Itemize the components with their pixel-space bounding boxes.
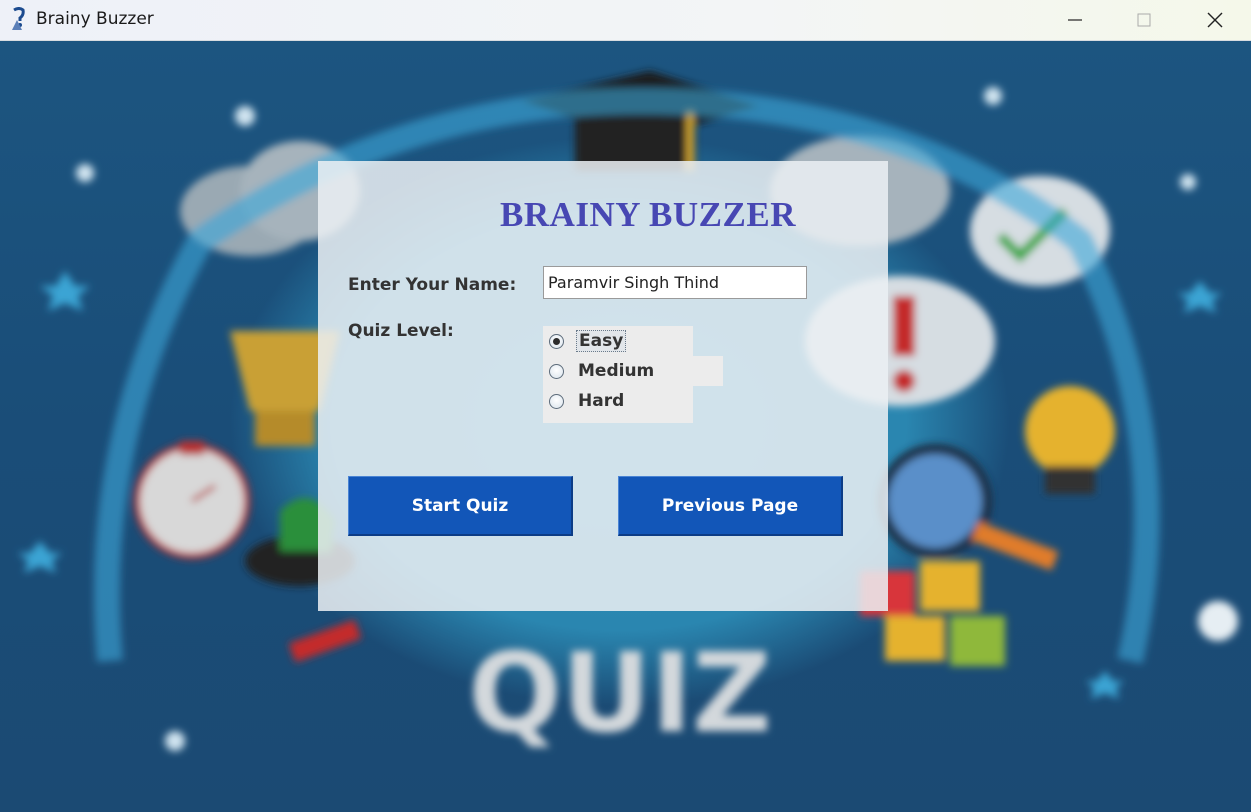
maximize-icon (1137, 13, 1151, 27)
close-button[interactable] (1180, 0, 1250, 40)
level-label-easy: Easy (576, 330, 627, 352)
previous-page-button[interactable]: Previous Page (618, 476, 843, 536)
window-title: Brainy Buzzer (36, 9, 154, 29)
level-option-easy[interactable]: Easy (543, 326, 693, 356)
name-label: Enter Your Name: (348, 275, 517, 295)
name-input[interactable] (543, 266, 807, 299)
level-label-hard: Hard (578, 391, 625, 411)
start-quiz-button[interactable]: Start Quiz (348, 476, 573, 536)
window-titlebar: Brainy Buzzer (0, 0, 1251, 41)
quiz-level-label: Quiz Level: (348, 321, 454, 341)
app-heading: BRAINY BUZZER (500, 195, 796, 234)
level-option-medium[interactable]: Medium (543, 356, 723, 386)
maximize-button[interactable] (1109, 0, 1179, 40)
radio-button[interactable] (549, 394, 564, 409)
close-icon (1207, 12, 1223, 28)
radio-button[interactable] (549, 363, 564, 379)
background-banner-text: QUIZ (468, 629, 772, 757)
minimize-button[interactable] (1040, 0, 1110, 40)
level-label-medium: Medium (578, 361, 655, 381)
app-icon (9, 7, 29, 31)
radio-button-selected[interactable] (549, 333, 564, 349)
minimize-icon (1068, 19, 1082, 21)
quiz-setup-panel: BRAINY BUZZER Enter Your Name: Quiz Leve… (318, 161, 888, 611)
level-option-hard[interactable]: Hard (543, 386, 693, 423)
radio-dot (553, 337, 560, 345)
